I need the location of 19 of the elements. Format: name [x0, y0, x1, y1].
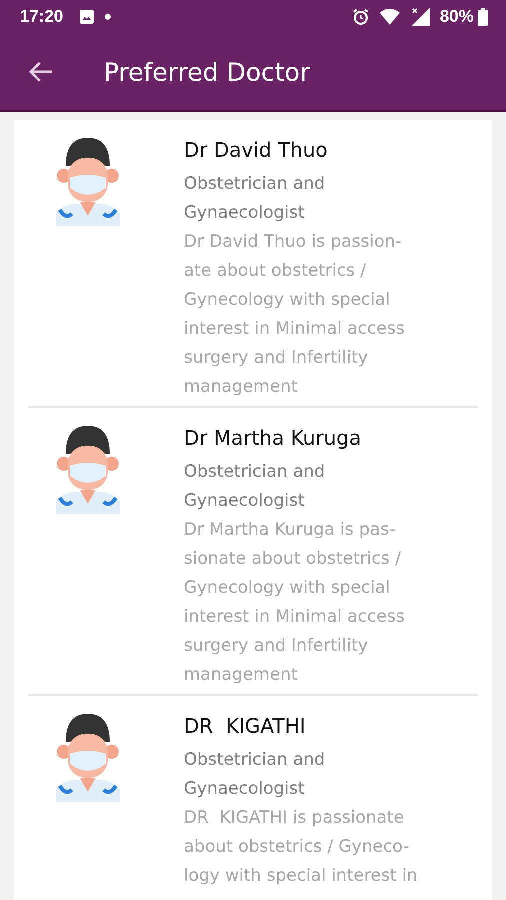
doctor-description: Dr David Thuo is passion- ate about obstetrics / Gynecology with special interest in Minimal access surgery and Infertility management — [184, 231, 405, 399]
status-time: 17:20 — [20, 7, 64, 27]
wifi-icon — [380, 9, 400, 25]
notification-dot-icon — [105, 14, 112, 20]
doctor-name: Dr Martha Kuruga — [184, 425, 362, 452]
doctor-specialty: Obstetrician and Gynaecologist — [184, 461, 326, 513]
image-icon — [79, 9, 96, 25]
doctor-name: Dr David Thuo — [184, 137, 329, 164]
battery-icon — [478, 8, 488, 26]
screen-title: Preferred Doctor — [104, 58, 310, 86]
back-arrow-icon[interactable] — [28, 61, 54, 83]
doctor-description: DR KIGATHI is passionate about obstetrics / Gyneco- logy with special interest in — [184, 807, 418, 888]
alarm-icon — [352, 8, 370, 26]
battery-percent: 80% — [440, 7, 474, 27]
doctor-description: Dr Martha Kuruga is pas- sionate about obstetrics / Gynecology with special interest in Minimal access surgery and Infertility management — [184, 519, 405, 687]
doctor-name: DR KIGATHI — [184, 713, 307, 740]
doctor-specialty: Obstetrician and Gynaecologist — [184, 173, 326, 225]
signal-icon — [410, 8, 430, 26]
doctor-specialty: Obstetrician and Gynaecologist — [184, 749, 326, 801]
